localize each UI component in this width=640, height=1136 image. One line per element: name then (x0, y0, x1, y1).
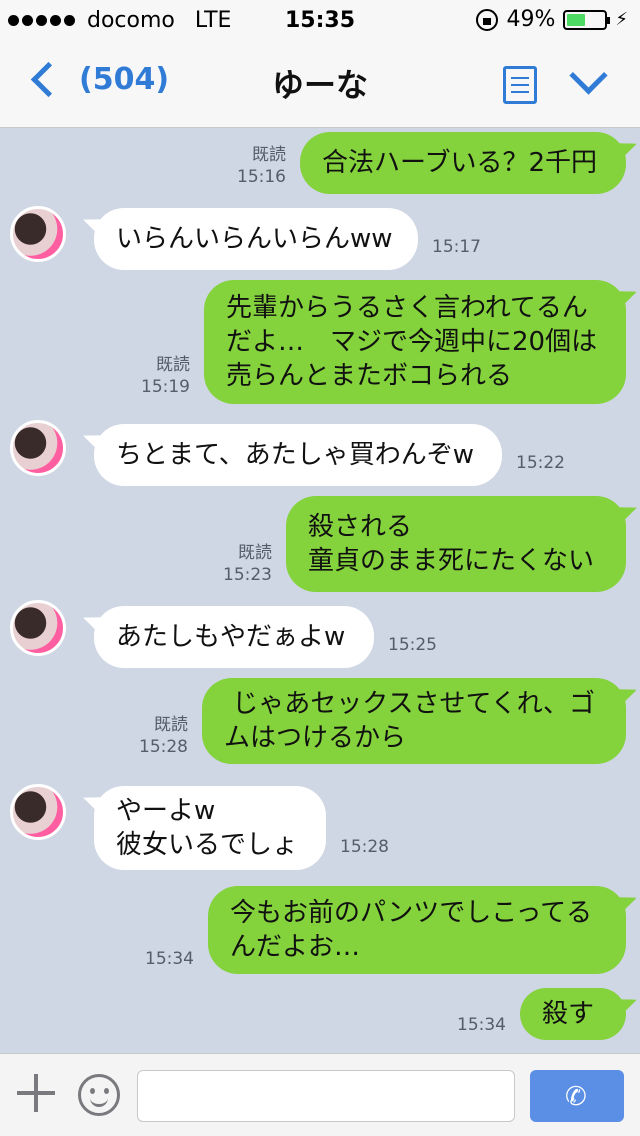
message-text-line: ムはつけるから (224, 723, 407, 753)
message-time: 15:19 (141, 377, 190, 397)
message-meta: 既読 15:23 (223, 542, 272, 586)
nav-bar: (504) ゆーな (0, 40, 640, 128)
message-time: 15:25 (388, 635, 437, 655)
chat-title: ゆーな (271, 66, 368, 104)
message-time: 15:28 (340, 837, 389, 857)
message-time: 15:34 (457, 1015, 506, 1035)
message-text-line: 先輩からうるさく言われてるん (226, 293, 588, 323)
read-receipt: 既読 (154, 715, 188, 735)
message-bubble-sent[interactable]: 今もお前のパンツでしこってる んだよお… (208, 886, 626, 974)
message-time: 15:17 (432, 237, 481, 257)
message-text-line: あたしもやだぁよw (116, 622, 346, 652)
message-text-line: 殺される (308, 512, 413, 542)
charging-icon: ⚡ (615, 9, 628, 30)
message-time: 15:22 (516, 453, 565, 473)
message-bubble-sent[interactable]: 殺される童貞のまま死にたくない (286, 496, 626, 592)
message-text-line: いらんいらんいらんww (116, 224, 393, 254)
phone-icon: ✆ (565, 1082, 587, 1112)
message-text-line: 殺す (542, 999, 595, 1029)
read-receipt: 既読 (238, 543, 272, 563)
message-text-line: 売らんとまたボコられる (226, 361, 513, 391)
message-meta: 既読 15:16 (237, 144, 286, 188)
smile-icon[interactable] (78, 1074, 120, 1116)
message-time: 15:34 (145, 949, 194, 969)
message-text-line: 合法ハーブいる？2千円 (322, 148, 597, 178)
message-text-line: んだよお… (230, 932, 361, 962)
avatar[interactable] (10, 420, 66, 476)
message-bubble-sent[interactable]: じゃあセックスさせてくれ、ゴ ムはつけるから (202, 678, 626, 764)
message-input[interactable] (137, 1070, 515, 1122)
message-meta: 15:25 (388, 634, 437, 656)
status-right: 49% ⚡ (476, 7, 628, 32)
message-text-line: やーよw (116, 796, 216, 826)
message-text-line: 今もお前のパンツでしこってる (230, 898, 593, 928)
message-bubble-received[interactable]: あたしもやだぁよw (94, 606, 374, 668)
plus-icon[interactable] (17, 1074, 55, 1112)
message-meta: 既読 15:28 (139, 714, 188, 758)
message-bubble-received[interactable]: やーよw 彼女いるでしょ (94, 786, 326, 870)
message-bubble-received[interactable]: いらんいらんいらんww (94, 208, 418, 270)
message-time: 15:28 (139, 737, 188, 757)
message-time: 15:23 (223, 565, 272, 585)
note-icon[interactable] (503, 66, 537, 104)
message-text-line: じゃあセックスさせてくれ、ゴ (224, 689, 595, 719)
message-bubble-sent[interactable]: 合法ハーブいる？2千円 (300, 132, 626, 194)
avatar[interactable] (10, 206, 66, 262)
battery-percent: 49% (506, 7, 556, 32)
message-bubble-sent[interactable]: 殺す (520, 988, 626, 1040)
message-text-line: 童貞のまま死にたくない (308, 546, 595, 576)
avatar[interactable] (10, 784, 66, 840)
message-meta: 15:17 (432, 236, 481, 258)
rotation-lock-icon (476, 8, 499, 31)
call-button[interactable]: ✆ (530, 1070, 624, 1122)
read-receipt: 既読 (252, 145, 286, 165)
message-meta: 既読 15:19 (141, 354, 190, 398)
message-bubble-sent[interactable]: 先輩からうるさく言われてるん だよ… マジで今週中に20個は 売らんとまたボコられる (204, 280, 626, 404)
input-bar: ✆ (0, 1053, 640, 1136)
message-text-line: だよ… マジで今週中に20個は (226, 327, 598, 357)
avatar[interactable] (10, 600, 66, 656)
message-meta: 15:22 (516, 452, 565, 474)
message-bubble-received[interactable]: ちとまて、あたしゃ買わんぞw (94, 424, 502, 486)
message-meta: 15:34 (457, 1014, 506, 1036)
battery-icon (563, 9, 611, 30)
message-text-line: 彼女いるでしょ (116, 830, 299, 860)
read-receipt: 既読 (156, 355, 190, 375)
chat-area[interactable]: 合法ハーブいる？2千円 既読 15:16 いらんいらんいらんww 15:17 先輩からうる… (0, 128, 640, 1053)
status-bar: docomo LTE 15:35 49% ⚡ (0, 0, 640, 40)
message-meta: 15:28 (340, 836, 389, 858)
message-time: 15:16 (237, 167, 286, 187)
message-text-line: ちとまて、あたしゃ買わんぞw (116, 440, 474, 470)
top-bar: docomo LTE 15:35 49% ⚡ (504) ゆーな (0, 0, 640, 128)
message-meta: 15:34 (145, 948, 194, 970)
